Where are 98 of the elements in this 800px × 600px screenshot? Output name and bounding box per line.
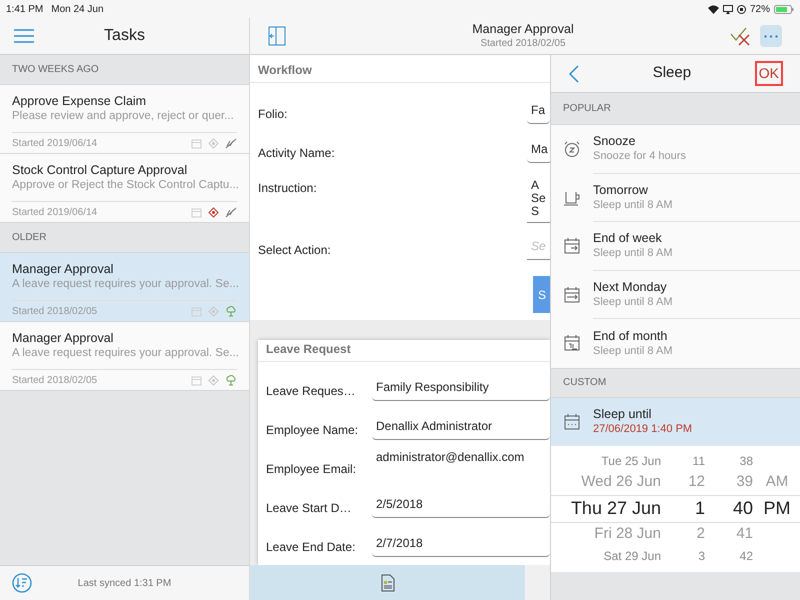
picker-value: PM [762,497,792,520]
field-label: Select Action: [257,242,332,259]
option-title: End of month [593,328,668,344]
field-label: Leave Start D… [265,500,352,517]
task-started: Started 2019/06/14 [12,137,98,151]
sleep-option[interactable]: Tomorrow Sleep until 8 AM [551,174,800,222]
menu-icon[interactable] [14,29,34,43]
panel-title: Sleep [652,63,692,84]
calendar-icon [191,207,202,218]
option-title: Tomorrow [593,182,649,198]
task-description: A leave request requires your approval. Se... [12,277,237,292]
picker-value: Sat 29 Jun [602,548,661,565]
field-label: Leave Reques… [265,383,356,400]
task-item[interactable]: Approve Expense Claim Please review and approve, reject or quer... Started 2019/06/14 [0,85,249,154]
sleep-option[interactable]: Snooze Snooze for 4 hours [551,125,800,174]
task-title: Approve Expense Claim [12,94,148,109]
option-subtitle: Sleep until 8 AM [593,246,674,260]
calendar-icon [191,306,202,317]
field-value: administrator@denallix.com [375,449,526,466]
battery-icon [774,4,794,14]
picker-value: 3 [697,548,705,565]
task-started: Started 2018/02/05 [12,374,98,388]
screen-mirroring-icon [722,4,733,14]
date-time-picker[interactable]: Tue 25 Jun 11 38 Wed 26 Jun 12 39 AM Thu 27 Jun 1 40 PM Fri 28 Jun 2 41 Sat 29 Jun 3 42 [551,446,800,572]
field-label: Employee Email: [265,461,358,478]
orientation-lock-icon [736,4,746,14]
task-item[interactable]: Stock Control Capture Approval Approve or Reject the Stock Control Captu... Started 2019/06/14 [0,154,249,223]
section-heading: OLDER [12,231,46,245]
section-heading: Workflow [258,62,312,79]
task-item[interactable]: Manager Approval A leave request requires your approval. Se... Started 2018/02/05 [0,322,249,391]
sleep-option[interactable]: End of week Sleep until 8 AM [551,222,800,270]
task-title: Manager Approval [12,331,114,346]
calendar-icon [563,237,581,256]
section-heading: Leave Request [266,341,351,358]
picker-value: 42 [738,548,753,565]
task-description: A leave request requires your approval. Se... [12,346,237,361]
task-description: Approve or Reject the Stock Control Captu... [12,178,237,193]
sort-icon[interactable] [12,573,32,593]
task-title: Manager Approval [12,262,114,277]
field-label: Employee Name: [265,422,360,439]
collapse-panel-icon[interactable] [268,26,286,46]
section-heading: POPULAR [563,102,611,116]
more-icon [764,34,778,38]
status-date: Mon 24 Jun [51,2,104,16]
option-subtitle: Sleep until 8 AM [593,344,674,358]
detail-subtitle: Started 2018/02/05 [480,36,566,50]
detail-title: Manager Approval [472,22,574,36]
ok-button[interactable]: OK [754,61,783,86]
picker-value: 38 [738,453,753,470]
task-title: Stock Control Capture Approval [12,163,188,178]
picker-value: 12 [687,472,705,492]
picker-value: 41 [735,524,753,544]
picker-value: Tue 25 Jun [600,453,661,470]
field-label: Activity Name: [257,145,336,162]
option-value: 27/06/2019 1:40 PM [593,422,692,436]
option-title: End of week [593,231,663,246]
task-description: Please review and approve, reject or quer... [12,109,235,124]
field-label: Folio: [257,106,288,123]
calendar-icon [191,375,202,386]
back-icon[interactable] [569,64,579,82]
sleep-until-option[interactable]: Sleep until 27/06/2019 1:40 PM [551,398,800,446]
picker-value: 40 [732,497,753,520]
section-heading: CUSTOM [563,376,606,390]
picker-value: 11 [692,453,705,470]
status-time: 1:41 PM [6,2,44,16]
option-title: Next Monday [593,280,668,295]
picker-value: AM [764,472,790,492]
sync-status: Last synced 1:31 PM [76,576,172,590]
picker-value: 39 [735,472,753,492]
picker-value: Wed 26 Jun [580,472,661,492]
pane-title: Tasks [103,26,146,46]
picker-value: 2 [696,524,705,544]
sleep-option[interactable]: Next Monday Sleep until 8 AM [551,270,800,319]
option-subtitle: Snooze for 4 hours [593,149,687,164]
approve-reject-icon[interactable] [730,26,752,46]
sleep-option[interactable]: End of month Sleep until 8 AM [551,319,800,368]
picker-value: 1 [694,497,705,520]
option-subtitle: Sleep until 8 AM [593,294,674,309]
document-icon [380,574,394,592]
alarm-clock-icon [563,140,581,158]
option-title: Sleep until [593,407,652,422]
picker-value: Fri 28 Jun [593,524,661,544]
task-item[interactable]: Manager Approval A leave request requires your approval. Se... Started 2018/02/05 [0,253,249,322]
battery-percent: 72% [750,2,770,16]
option-title: Snooze [593,134,636,150]
calendar-icon [563,286,581,304]
wifi-icon [708,4,719,14]
section-heading: TWO WEEKS AGO [12,63,99,77]
field-label: Leave End Date: [265,539,356,556]
picker-value: Thu 27 Jun [570,497,661,520]
task-started: Started 2018/02/05 [12,305,98,319]
task-started: Started 2019/06/14 [12,206,98,220]
option-subtitle: Sleep until 8 AM [593,198,674,212]
calendar-icon [563,334,581,352]
calendar-icon [563,412,581,430]
calendar-icon [191,138,202,149]
field-label: Instruction: [257,180,318,197]
more-button[interactable] [760,25,782,47]
